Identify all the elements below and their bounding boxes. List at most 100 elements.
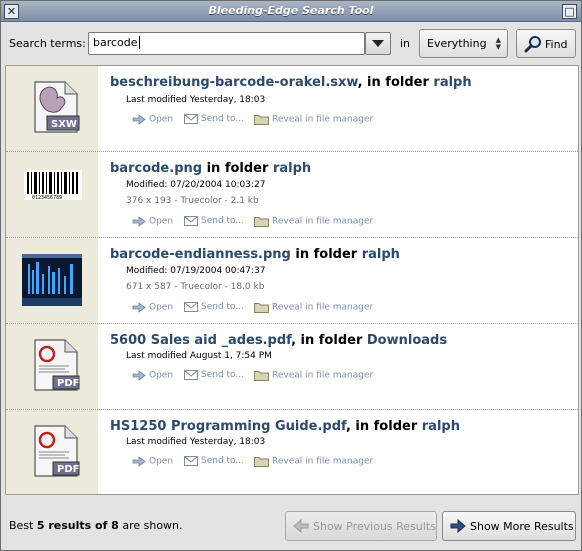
results-summary-prefix: Best bbox=[9, 519, 37, 532]
result-folder-link[interactable]: ralph bbox=[433, 75, 471, 90]
result-image-info: 671 x 587 - Truecolor - 18.0 kb bbox=[126, 282, 265, 292]
result-title[interactable]: beschreibung-barcode-orakel.sxw, in fold… bbox=[110, 75, 472, 90]
open-action[interactable]: Open bbox=[132, 114, 173, 125]
reveal-action-label: Reveal in file manager bbox=[272, 114, 374, 125]
result-modified: Modified: 07/19/2004 00:47:37 bbox=[126, 266, 266, 276]
chevron-down-icon bbox=[372, 40, 384, 47]
up-down-arrows-icon: ▲ ▼ bbox=[495, 36, 501, 51]
open-arrow-icon bbox=[132, 216, 146, 227]
title-bar: ✕ Bleeding-Edge Search Tool □ bbox=[1, 1, 581, 22]
send-to-action[interactable]: Send to... bbox=[184, 456, 244, 467]
open-action[interactable]: Open bbox=[132, 456, 173, 467]
open-arrow-icon bbox=[132, 370, 146, 381]
result-title[interactable]: barcode.png in folder ralph bbox=[110, 161, 311, 176]
folder-icon bbox=[254, 457, 269, 467]
scope-select[interactable]: Everything ▲ ▼ bbox=[419, 29, 508, 58]
svg-text:PDF: PDF bbox=[57, 464, 79, 475]
sxw-document-icon: SXW bbox=[34, 81, 80, 133]
window-title: Bleeding-Edge Search Tool bbox=[208, 4, 374, 17]
envelope-icon bbox=[184, 456, 198, 466]
results-list: SXW beschreibung-barcode-orakel.sxw, in … bbox=[5, 65, 579, 495]
thumbnail-column: PDF bbox=[6, 324, 98, 409]
result-file-name[interactable]: beschreibung-barcode-orakel.sxw bbox=[110, 75, 358, 90]
result-title[interactable]: barcode-endianness.png in folder ralph bbox=[110, 247, 400, 262]
open-action-label: Open bbox=[149, 370, 174, 381]
result-modified: Last modified August 1, 7:54 PM bbox=[126, 351, 272, 361]
open-action[interactable]: Open bbox=[132, 216, 173, 227]
open-action-label: Open bbox=[149, 456, 174, 467]
pdf-document-icon: PDF bbox=[34, 339, 80, 391]
result-folder-link[interactable]: Downloads bbox=[367, 333, 447, 348]
send-to-action-label: Send to... bbox=[201, 370, 244, 380]
envelope-icon bbox=[184, 302, 198, 312]
send-to-action-label: Send to... bbox=[201, 114, 244, 124]
reveal-action[interactable]: Reveal in file manager bbox=[254, 114, 373, 125]
result-item[interactable]: PDF HS1250 Programming Guide.pdf, in fol… bbox=[6, 410, 578, 494]
reveal-action[interactable]: Reveal in file manager bbox=[254, 456, 373, 467]
arrow-left-icon bbox=[293, 519, 309, 533]
result-item[interactable]: PDF 5600 Sales aid _ades.pdf, in folder … bbox=[6, 324, 578, 410]
result-in-folder-text: in folder bbox=[290, 247, 362, 262]
reveal-action[interactable]: Reveal in file manager bbox=[254, 216, 373, 227]
reveal-action[interactable]: Reveal in file manager bbox=[254, 370, 373, 381]
send-to-action-label: Send to... bbox=[201, 302, 244, 312]
reveal-action-label: Reveal in file manager bbox=[272, 456, 374, 467]
show-previous-results-label: Show Previous Results bbox=[313, 520, 436, 533]
result-title[interactable]: 5600 Sales aid _ades.pdf, in folder Down… bbox=[110, 333, 447, 348]
send-to-action-label: Send to... bbox=[201, 456, 244, 466]
reveal-action-label: Reveal in file manager bbox=[272, 370, 374, 381]
find-button[interactable]: Find bbox=[516, 29, 576, 58]
results-summary-suffix: are shown. bbox=[118, 519, 183, 532]
open-action[interactable]: Open bbox=[132, 370, 173, 381]
show-more-results-button[interactable]: Show More Results bbox=[442, 511, 576, 541]
result-in-folder-text: , in folder bbox=[291, 333, 367, 348]
reveal-action-label: Reveal in file manager bbox=[272, 302, 374, 313]
thumbnail-column: 0123456789 bbox=[6, 152, 98, 237]
send-to-action[interactable]: Send to... bbox=[184, 114, 244, 125]
result-modified: Last modified Yesterday, 18:03 bbox=[126, 95, 266, 105]
result-title[interactable]: HS1250 Programming Guide.pdf, in folder … bbox=[110, 419, 460, 434]
send-to-action[interactable]: Send to... bbox=[184, 370, 244, 381]
result-file-name[interactable]: HS1250 Programming Guide.pdf bbox=[110, 419, 346, 434]
folder-icon bbox=[254, 217, 269, 227]
send-to-action-label: Send to... bbox=[201, 216, 244, 226]
pdf-document-icon: PDF bbox=[34, 425, 80, 477]
result-modified: Last modified Yesterday, 18:03 bbox=[126, 437, 266, 447]
open-action-label: Open bbox=[149, 114, 174, 125]
result-file-name[interactable]: 5600 Sales aid _ades.pdf bbox=[110, 333, 291, 348]
result-folder-link[interactable]: ralph bbox=[273, 161, 311, 176]
envelope-icon bbox=[184, 216, 198, 226]
send-to-action[interactable]: Send to... bbox=[184, 216, 244, 227]
open-action[interactable]: Open bbox=[132, 302, 173, 313]
reveal-action-label: Reveal in file manager bbox=[272, 216, 374, 227]
show-previous-results-button[interactable]: Show Previous Results bbox=[285, 511, 437, 541]
history-dropdown-button[interactable] bbox=[365, 32, 391, 55]
thumbnail-column: SXW bbox=[6, 66, 98, 151]
barcode-thumbnail: 0123456789 bbox=[24, 170, 82, 200]
svg-text:SXW: SXW bbox=[51, 119, 77, 130]
status-bar: Best 5 results of 8 are shown. Show Prev… bbox=[1, 501, 581, 550]
thumbnail-column bbox=[6, 238, 98, 323]
result-item[interactable]: SXW beschreibung-barcode-orakel.sxw, in … bbox=[6, 66, 578, 152]
result-file-name[interactable]: barcode-endianness.png bbox=[110, 247, 291, 262]
result-folder-link[interactable]: ralph bbox=[422, 419, 460, 434]
result-folder-link[interactable]: ralph bbox=[362, 247, 400, 262]
result-item[interactable]: 0123456789 barcode.png in folder ralph M… bbox=[6, 152, 578, 238]
envelope-icon bbox=[184, 370, 198, 380]
app-window: ✕ Bleeding-Edge Search Tool □ Search ter… bbox=[0, 0, 582, 551]
result-file-name[interactable]: barcode.png bbox=[110, 161, 202, 176]
result-item[interactable]: barcode-endianness.png in folder ralph M… bbox=[6, 238, 578, 324]
result-in-folder-text: in folder bbox=[202, 161, 273, 176]
search-input[interactable]: barcode bbox=[88, 32, 365, 55]
result-in-folder-text: , in folder bbox=[345, 419, 422, 434]
thumbnail-column: PDF bbox=[6, 410, 98, 494]
reveal-action[interactable]: Reveal in file manager bbox=[254, 302, 373, 313]
envelope-icon bbox=[184, 114, 198, 124]
maximize-icon[interactable]: □ bbox=[562, 4, 577, 19]
open-action-label: Open bbox=[149, 302, 174, 313]
open-arrow-icon bbox=[132, 456, 146, 467]
send-to-action[interactable]: Send to... bbox=[184, 302, 244, 313]
search-toolbar: Search terms: barcode in Everything ▲ ▼ F… bbox=[1, 23, 581, 65]
result-in-folder-text: , in folder bbox=[357, 75, 434, 90]
open-arrow-icon bbox=[132, 114, 146, 125]
